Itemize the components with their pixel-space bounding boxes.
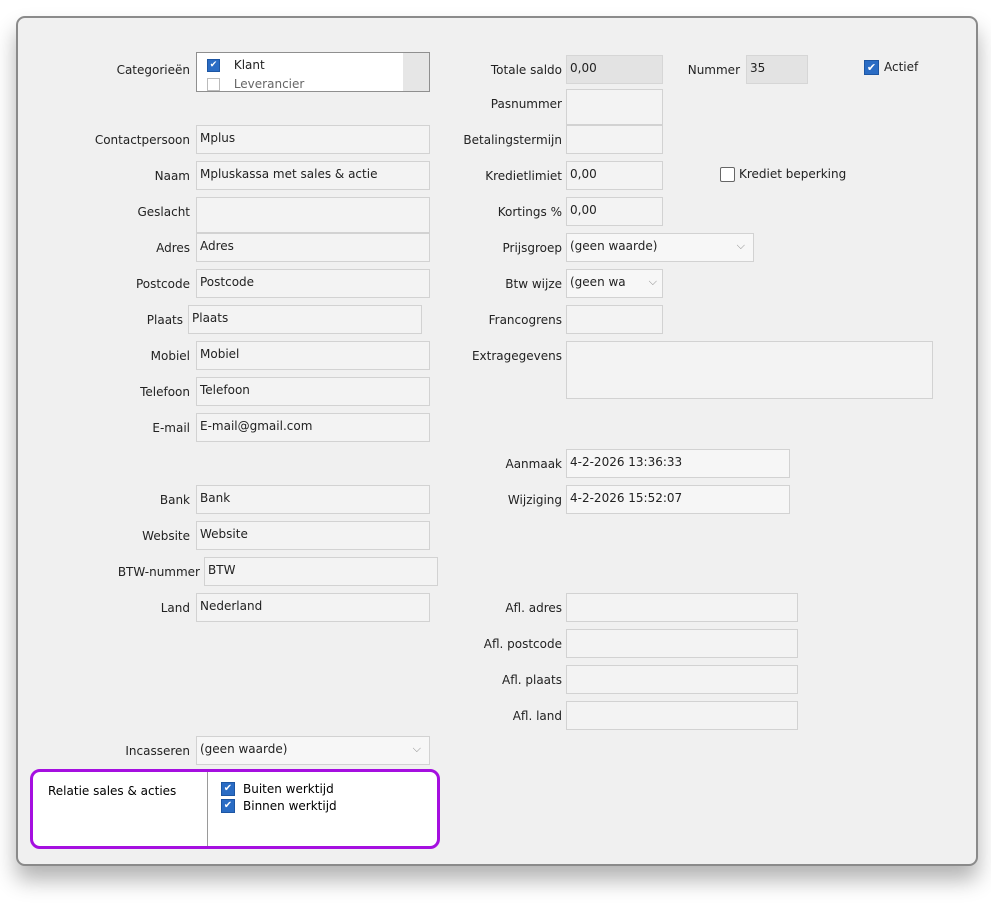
totale-saldo-value: 0,00 [566, 55, 663, 84]
plaats-label: Plaats [146, 313, 183, 327]
wijziging-label: Wijziging [507, 493, 562, 507]
land-input[interactable]: Nederland [196, 593, 430, 622]
telefoon-input[interactable]: Telefoon [196, 377, 430, 406]
website-label: Website [142, 529, 190, 543]
actief-checkbox[interactable]: ✔ [864, 60, 879, 75]
contactpersoon-input[interactable]: Mplus [196, 125, 430, 154]
email-input[interactable]: E-mail@gmail.com [196, 413, 430, 442]
prijsgroep-select[interactable]: (geen waarde) ⌵ [566, 233, 754, 262]
plaats-input[interactable]: Plaats [188, 305, 422, 334]
extragegevens-label: Extragegevens [471, 349, 562, 363]
nummer-value: 35 [746, 55, 808, 84]
extragegevens-memo[interactable] [566, 341, 933, 399]
btw-wijze-value: (geen wa [570, 275, 626, 289]
afl-land-label: Afl. land [512, 709, 562, 723]
prijsgroep-value: (geen waarde) [570, 239, 658, 253]
categories-scrollbar[interactable] [403, 53, 429, 91]
category-item-label: Leverancier [233, 77, 305, 91]
check-icon: ✔ [223, 783, 233, 794]
betalingstermijn-label: Betalingstermijn [463, 133, 562, 147]
actief-label: Actief [884, 60, 919, 74]
bank-label: Bank [159, 493, 190, 507]
check-icon: ✔ [223, 800, 233, 811]
btw-nummer-input[interactable]: BTW [204, 557, 438, 586]
geslacht-input[interactable] [196, 197, 430, 233]
buiten-werktijd-checkbox[interactable]: ✔ [221, 782, 235, 796]
category-item-klant[interactable]: ✔ Klant [207, 58, 265, 74]
category-item-label: Klant [233, 58, 265, 72]
categories-list[interactable]: ✔ Klant Leverancier [196, 52, 430, 92]
email-label: E-mail [152, 421, 190, 435]
telefoon-label: Telefoon [140, 385, 190, 399]
francogrens-input[interactable] [566, 305, 663, 334]
bank-input[interactable]: Bank [196, 485, 430, 514]
check-icon: ✔ [866, 61, 877, 74]
land-label: Land [160, 601, 190, 615]
afl-adres-label: Afl. adres [505, 601, 562, 615]
krediet-beperking-checkbox[interactable] [720, 167, 735, 182]
krediet-beperking-label: Krediet beperking [739, 167, 847, 181]
chevron-down-icon: ⌵ [648, 275, 657, 288]
binnen-werktijd-label: Binnen werktijd [243, 799, 337, 813]
afl-land-input[interactable] [566, 701, 798, 730]
afl-postcode-input[interactable] [566, 629, 798, 658]
afl-plaats-label: Afl. plaats [501, 673, 562, 687]
adres-label: Adres [156, 241, 190, 255]
category-item-leverancier[interactable]: Leverancier [207, 77, 305, 91]
kortings-label: Kortings % [497, 205, 562, 219]
afl-postcode-label: Afl. postcode [483, 637, 562, 651]
wijziging-value: 4-2-2026 15:52:07 [566, 485, 790, 514]
mobiel-label: Mobiel [150, 349, 190, 363]
francogrens-label: Francogrens [488, 313, 562, 327]
afl-plaats-input[interactable] [566, 665, 798, 694]
naam-input[interactable]: Mpluskassa met sales & actie [196, 161, 430, 190]
kredietlimiet-input[interactable]: 0,00 [566, 161, 663, 190]
incasseren-label: Incasseren [125, 744, 190, 758]
pasnummer-label: Pasnummer [490, 97, 562, 111]
btw-wijze-label: Btw wijze [505, 277, 562, 291]
incasseren-value: (geen waarde) [200, 742, 288, 756]
kredietlimiet-label: Kredietlimiet [485, 169, 562, 183]
totale-saldo-label: Totale saldo [490, 63, 562, 77]
check-icon: ✔ [209, 60, 218, 70]
incasseren-select[interactable]: (geen waarde) ⌵ [196, 736, 430, 765]
btw-nummer-label: BTW-nummer [117, 565, 200, 579]
relatie-sales-acties-label: Relatie sales & acties [48, 784, 177, 798]
postcode-input[interactable]: Postcode [196, 269, 430, 298]
afl-adres-input[interactable] [566, 593, 798, 622]
btw-wijze-select[interactable]: (geen wa ⌵ [566, 269, 663, 298]
contactpersoon-label: Contactpersoon [94, 133, 190, 147]
pasnummer-input[interactable] [566, 89, 663, 125]
aanmaak-label: Aanmaak [505, 457, 562, 471]
geslacht-label: Geslacht [137, 205, 190, 219]
prijsgroep-label: Prijsgroep [502, 241, 562, 255]
kortings-input[interactable]: 0,00 [566, 197, 663, 226]
chevron-down-icon: ⌵ [736, 239, 745, 252]
nummer-label: Nummer [687, 63, 740, 77]
betalingstermijn-input[interactable] [566, 125, 663, 154]
chevron-down-icon: ⌵ [412, 742, 421, 755]
aanmaak-value: 4-2-2026 13:36:33 [566, 449, 790, 478]
mobiel-input[interactable]: Mobiel [196, 341, 430, 370]
leverancier-checkbox[interactable] [207, 78, 220, 91]
klant-checkbox[interactable]: ✔ [207, 59, 220, 72]
section-divider [207, 772, 208, 846]
website-input[interactable]: Website [196, 521, 430, 550]
categories-label: Categorieën [116, 63, 190, 77]
postcode-label: Postcode [135, 277, 190, 291]
naam-label: Naam [154, 169, 190, 183]
binnen-werktijd-checkbox[interactable]: ✔ [221, 799, 235, 813]
buiten-werktijd-label: Buiten werktijd [243, 782, 334, 796]
relatie-sales-acties-section: Relatie sales & acties ✔ Buiten werktijd… [30, 769, 440, 849]
adres-input[interactable]: Adres [196, 233, 430, 262]
